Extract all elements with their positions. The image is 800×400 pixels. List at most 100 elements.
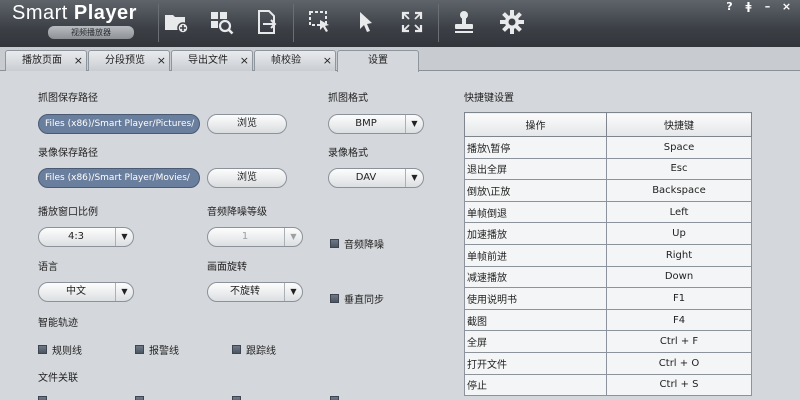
- app-subtitle: 视频播放器: [48, 26, 134, 39]
- stamp-icon[interactable]: [446, 4, 482, 40]
- tab-settings[interactable]: 设置: [337, 50, 419, 72]
- record-path-field[interactable]: Files (x86)/Smart Player/Movies/: [38, 168, 200, 188]
- fullscreen-icon[interactable]: [394, 4, 430, 40]
- select-value: 1: [241, 231, 249, 242]
- table-row[interactable]: 减速播放 Down: [464, 265, 752, 289]
- window-controls: ? ǂ – ×: [720, 0, 796, 14]
- tab-close-icon[interactable]: ×: [240, 51, 249, 71]
- checkbox-box[interactable]: [135, 396, 144, 400]
- snapshot-path-field[interactable]: Files (x86)/Smart Player/Pictures/: [38, 114, 200, 134]
- table-row[interactable]: 单帧前进 Right: [464, 243, 752, 267]
- rule-line-checkbox[interactable]: 规则线: [38, 342, 82, 357]
- record-format-select[interactable]: DAV ▼: [328, 168, 424, 188]
- checkbox-box[interactable]: [330, 396, 339, 400]
- tab-export[interactable]: 导出文件 ×: [171, 50, 253, 71]
- file-assoc-checkbox[interactable]: [135, 396, 144, 400]
- table-row[interactable]: 播放\暂停 Space: [464, 136, 752, 159]
- select-region-icon[interactable]: [302, 4, 338, 40]
- checkbox-label: 报警线: [149, 346, 179, 357]
- tab-close-icon[interactable]: ×: [157, 51, 166, 71]
- open-folder-icon[interactable]: [158, 4, 194, 40]
- toolbar-divider: [438, 4, 439, 42]
- shortcut-action: 使用说明书: [464, 287, 607, 310]
- table-row[interactable]: 截图 F4: [464, 308, 752, 332]
- shortcut-key[interactable]: Down: [606, 265, 752, 289]
- file-assoc-checkbox[interactable]: [330, 396, 339, 400]
- minimize-button[interactable]: –: [758, 0, 777, 14]
- browse-record-button[interactable]: 浏览: [207, 168, 287, 188]
- shortcut-action: 单帧前进: [464, 243, 607, 267]
- pin-button[interactable]: ǂ: [739, 0, 758, 14]
- tab-segment-preview[interactable]: 分段预览 ×: [88, 50, 170, 71]
- shortcut-key[interactable]: F4: [606, 308, 752, 332]
- noise-level-select[interactable]: 1 ▼: [207, 227, 303, 247]
- checkbox-box[interactable]: [330, 294, 339, 303]
- checkbox-box[interactable]: [38, 396, 47, 400]
- shortcut-key[interactable]: F1: [606, 287, 752, 310]
- shortcuts-title: 快捷键设置: [464, 93, 514, 104]
- select-value: 不旋转: [230, 286, 260, 297]
- export-file-icon[interactable]: [249, 4, 285, 40]
- track-line-checkbox[interactable]: 跟踪线: [232, 342, 276, 357]
- table-row[interactable]: 使用说明书 F1: [464, 287, 752, 310]
- pointer-icon[interactable]: [348, 4, 384, 40]
- select-value: DAV: [355, 172, 377, 183]
- chevron-down-icon: ▼: [284, 283, 302, 301]
- table-row[interactable]: 停止 Ctrl + S: [464, 373, 752, 397]
- tab-close-icon[interactable]: ×: [74, 51, 83, 71]
- shortcut-key[interactable]: Esc: [606, 157, 752, 181]
- app-title: Smart Player: [12, 2, 137, 24]
- tab-label: 导出文件: [188, 55, 228, 66]
- record-path-label: 录像保存路径: [38, 148, 98, 159]
- shortcut-key[interactable]: Ctrl + F: [606, 330, 752, 353]
- rotate-select[interactable]: 不旋转 ▼: [207, 282, 303, 302]
- shortcut-key[interactable]: Right: [606, 243, 752, 267]
- language-select[interactable]: 中文 ▼: [38, 282, 134, 302]
- checkbox-box[interactable]: [232, 396, 241, 400]
- close-button[interactable]: ×: [777, 0, 796, 14]
- shortcut-key[interactable]: Ctrl + O: [606, 351, 752, 375]
- toolbar-divider: [293, 4, 294, 42]
- shortcut-key[interactable]: Up: [606, 222, 752, 245]
- tab-playback[interactable]: 播放页面 ×: [5, 50, 87, 71]
- vsync-checkbox[interactable]: 垂直同步: [330, 291, 384, 306]
- help-button[interactable]: ?: [720, 0, 739, 14]
- browse-snapshot-button[interactable]: 浏览: [207, 114, 287, 134]
- checkbox-box[interactable]: [38, 345, 47, 354]
- chevron-down-icon: ▼: [115, 283, 133, 301]
- table-row[interactable]: 打开文件 Ctrl + O: [464, 351, 752, 375]
- checkbox-label: 垂直同步: [344, 295, 384, 306]
- alarm-line-checkbox[interactable]: 报警线: [135, 342, 179, 357]
- table-row[interactable]: 全屏 Ctrl + F: [464, 330, 752, 353]
- search-grid-icon[interactable]: [203, 4, 239, 40]
- table-row[interactable]: 退出全屏 Esc: [464, 157, 752, 181]
- shortcut-key[interactable]: Space: [606, 136, 752, 159]
- file-assoc-checkbox[interactable]: [38, 396, 47, 400]
- checkbox-box[interactable]: [135, 345, 144, 354]
- ratio-select[interactable]: 4:3 ▼: [38, 227, 134, 247]
- table-row[interactable]: 倒放\正放 Backspace: [464, 179, 752, 202]
- tab-frame-check[interactable]: 帧校验 ×: [254, 50, 336, 71]
- tab-label: 设置: [368, 55, 388, 66]
- shortcut-action: 播放\暂停: [464, 136, 607, 159]
- file-assoc-checkbox[interactable]: [232, 396, 241, 400]
- track-label: 智能轨迹: [38, 318, 78, 329]
- tab-label: 分段预览: [105, 55, 145, 66]
- shortcut-key[interactable]: Ctrl + S: [606, 373, 752, 397]
- checkbox-box[interactable]: [330, 239, 339, 248]
- gear-icon[interactable]: [494, 4, 530, 40]
- tab-close-icon[interactable]: ×: [323, 51, 332, 71]
- chevron-down-icon: ▼: [284, 228, 302, 246]
- column-header-op: 操作: [464, 112, 607, 137]
- column-header-key: 快捷键: [606, 112, 752, 137]
- snapshot-format-select[interactable]: BMP ▼: [328, 114, 424, 134]
- record-format-label: 录像格式: [328, 148, 368, 159]
- shortcut-key[interactable]: Left: [606, 200, 752, 224]
- table-row[interactable]: 加速播放 Up: [464, 222, 752, 245]
- checkbox-box[interactable]: [232, 345, 241, 354]
- noise-reduce-checkbox[interactable]: 音频降噪: [330, 236, 384, 251]
- table-row[interactable]: 单帧倒退 Left: [464, 200, 752, 224]
- shortcut-key[interactable]: Backspace: [606, 179, 752, 202]
- chevron-down-icon: ▼: [115, 228, 133, 246]
- shortcuts-table: 操作 快捷键 播放\暂停 Space 退出全屏 Esc 倒放\正放 Backspace 单帧…: [464, 112, 752, 397]
